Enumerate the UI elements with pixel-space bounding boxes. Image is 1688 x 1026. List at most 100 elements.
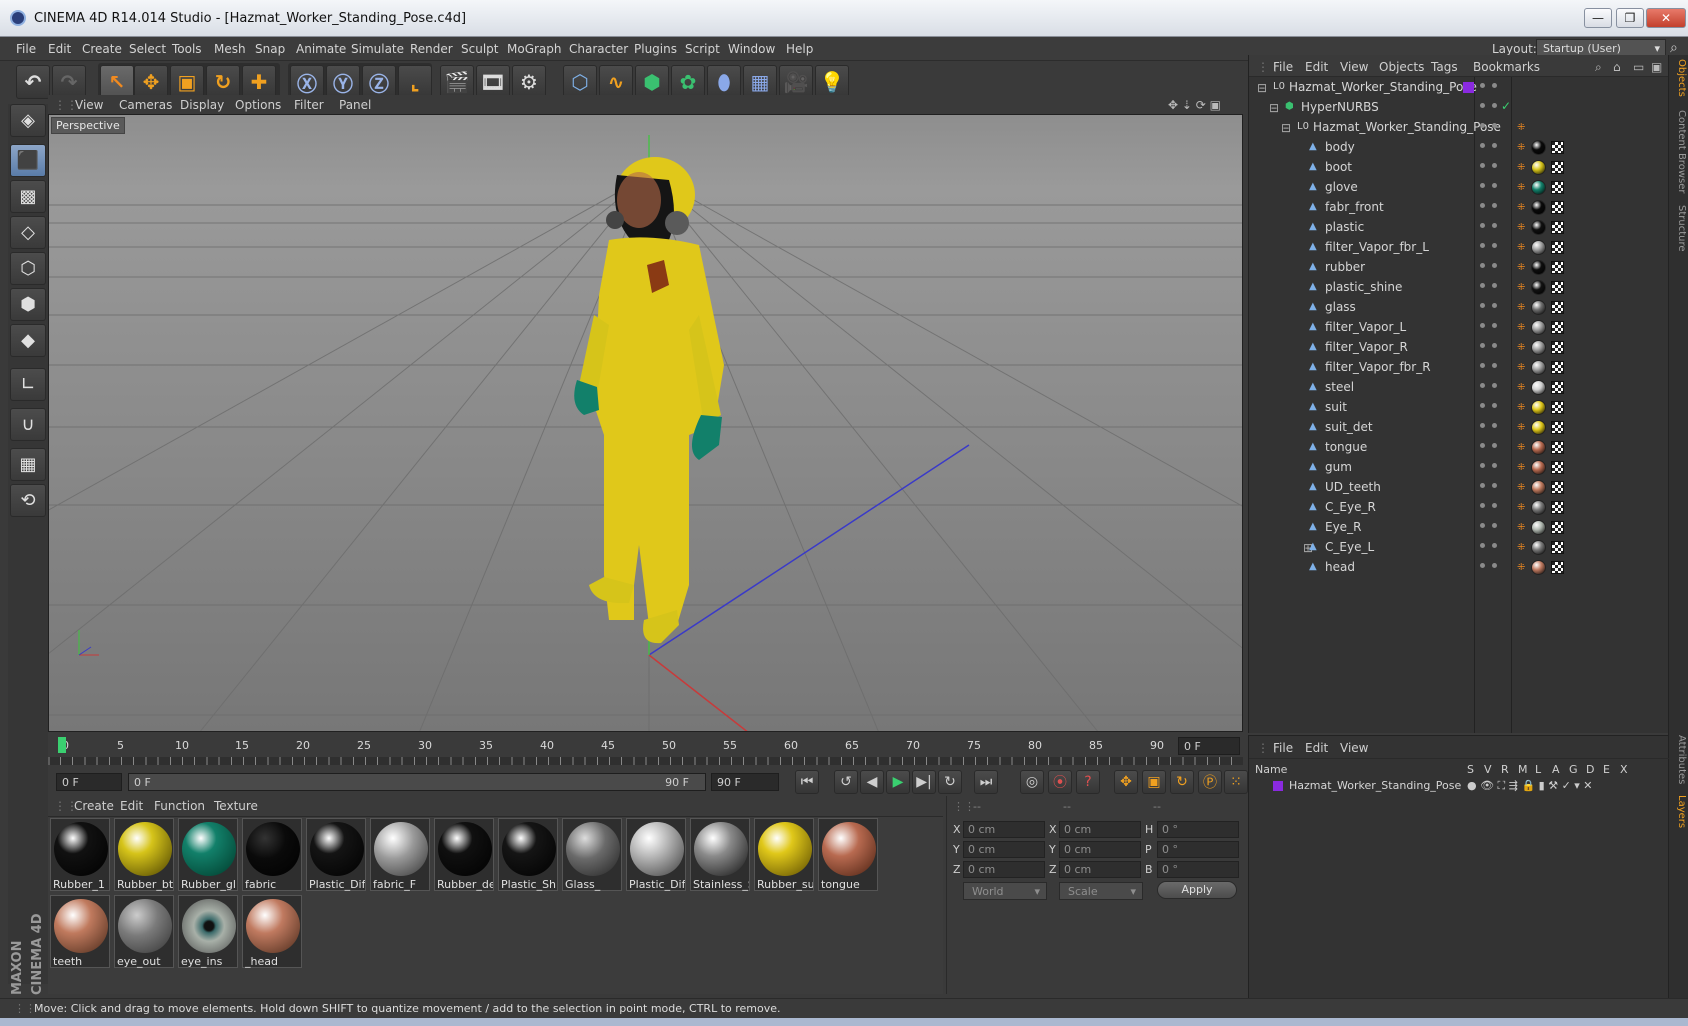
render-visibility-dot[interactable]	[1492, 143, 1497, 148]
material-tag-icon[interactable]	[1531, 440, 1546, 455]
object-row[interactable]: ▲ steel ⁜	[1249, 378, 1669, 398]
render-visibility-dot[interactable]	[1492, 343, 1497, 348]
menu-select[interactable]: Select	[129, 42, 166, 56]
editor-visibility-dot[interactable]	[1480, 563, 1485, 568]
render-visibility-dot[interactable]	[1492, 383, 1497, 388]
key-rotation-icon[interactable]: ↻	[1170, 770, 1194, 794]
render-visibility-dot[interactable]	[1492, 443, 1497, 448]
layer-col-v[interactable]: V	[1484, 763, 1492, 776]
material-menu-function[interactable]: Function	[154, 799, 205, 813]
object-row[interactable]: ▲ fabr_front ⁜	[1249, 198, 1669, 218]
material-swatch[interactable]: eye_ins	[178, 895, 238, 968]
object-row[interactable]: ▲ plastic ⁜	[1249, 218, 1669, 238]
editor-visibility-dot[interactable]	[1480, 403, 1485, 408]
size-mode-select[interactable]: Scale ▾	[1059, 882, 1143, 900]
key-parameter-icon[interactable]: Ⓟ	[1198, 770, 1222, 794]
axis-mode-icon[interactable]: ∟	[10, 368, 46, 401]
material-tag-icon[interactable]	[1531, 340, 1546, 355]
uvw-tag-icon[interactable]	[1551, 321, 1564, 334]
menu-file[interactable]: File	[16, 42, 36, 56]
render-visibility-dot[interactable]	[1492, 403, 1497, 408]
go-to-end-icon[interactable]: ⏭	[974, 770, 998, 794]
spline-icon[interactable]: ∿	[599, 65, 633, 99]
editor-visibility-dot[interactable]	[1480, 203, 1485, 208]
editor-visibility-dot[interactable]	[1480, 383, 1485, 388]
object-row[interactable]: ▲ body ⁜	[1249, 138, 1669, 158]
layer-col-l[interactable]: L	[1535, 763, 1541, 776]
editor-visibility-dot[interactable]	[1480, 283, 1485, 288]
render-visibility-dot[interactable]	[1492, 243, 1497, 248]
viewport-menu-cameras[interactable]: Cameras	[119, 98, 172, 112]
tab-objects[interactable]: Objects	[1671, 59, 1687, 97]
phong-tag-icon[interactable]: ⁜	[1517, 282, 1525, 293]
rotation-h-field[interactable]: 0 °	[1157, 821, 1239, 838]
collapse-toggle-icon[interactable]: ⊟	[1257, 81, 1267, 95]
size-z-field[interactable]: 0 cm	[1059, 861, 1141, 878]
material-tag-icon[interactable]	[1531, 420, 1546, 435]
texture-mode-icon[interactable]: ▩	[10, 180, 46, 213]
phong-tag-icon[interactable]: ⁜	[1517, 402, 1525, 413]
render-visibility-dot[interactable]	[1492, 223, 1497, 228]
material-tag-icon[interactable]	[1531, 140, 1546, 155]
object-row[interactable]: ⊟ L0 Hazmat_Worker_Standing_Pose ⁜	[1249, 118, 1669, 138]
viewport-menu-panel[interactable]: Panel	[339, 98, 371, 112]
phong-tag-icon[interactable]: ⁜	[1517, 382, 1525, 393]
tab-layers[interactable]: Layers	[1671, 795, 1687, 828]
material-tag-icon[interactable]	[1531, 180, 1546, 195]
object-row[interactable]: ▲ glove ⁜	[1249, 178, 1669, 198]
redo-icon[interactable]: ↷	[52, 65, 86, 99]
floor-icon[interactable]: ▦	[743, 65, 777, 99]
render-visibility-dot[interactable]	[1492, 203, 1497, 208]
phong-tag-icon[interactable]: ⁜	[1517, 562, 1525, 573]
scale-icon[interactable]: ▣	[170, 65, 204, 99]
phong-tag-icon[interactable]: ⁜	[1517, 302, 1525, 313]
menu-window[interactable]: Window	[728, 42, 775, 56]
object-row[interactable]: ▲ boot ⁜	[1249, 158, 1669, 178]
menu-render[interactable]: Render	[410, 42, 453, 56]
uvw-tag-icon[interactable]	[1551, 341, 1564, 354]
material-tag-icon[interactable]	[1531, 300, 1546, 315]
phong-tag-icon[interactable]: ⁜	[1517, 482, 1525, 493]
uvw-tag-icon[interactable]	[1551, 181, 1564, 194]
apply-button[interactable]: Apply	[1157, 881, 1237, 899]
next-key-icon[interactable]: ↻	[938, 770, 962, 794]
phong-tag-icon[interactable]: ⁜	[1517, 222, 1525, 233]
magnet-icon[interactable]: ∪	[10, 408, 46, 441]
layer-col-s[interactable]: S	[1467, 763, 1474, 776]
editor-visibility-dot[interactable]	[1480, 243, 1485, 248]
objects-menu-objects[interactable]: Objects	[1379, 60, 1424, 74]
size-y-field[interactable]: 0 cm	[1059, 841, 1141, 858]
search-icon[interactable]: ⌕	[1670, 40, 1678, 56]
viewport-menu-view[interactable]: View	[75, 98, 103, 112]
objects-menu-edit[interactable]: Edit	[1305, 60, 1328, 74]
objects-menu-file[interactable]: File	[1273, 60, 1293, 74]
previous-frame-icon[interactable]: ◀	[860, 770, 884, 794]
phong-tag-icon[interactable]: ⁜	[1517, 542, 1525, 553]
phong-tag-icon[interactable]: ⁜	[1517, 202, 1525, 213]
autokey-icon[interactable]: ⦿	[1048, 770, 1072, 794]
uvw-tag-icon[interactable]	[1551, 141, 1564, 154]
material-swatch[interactable]: Rubber_su	[754, 818, 814, 891]
material-menu-texture[interactable]: Texture	[214, 799, 258, 813]
restore-button[interactable]: ❐	[1616, 8, 1644, 28]
render-visibility-dot[interactable]	[1492, 123, 1497, 128]
lock-grid-icon[interactable]: ⟲	[10, 484, 46, 517]
keyframe-selection-icon[interactable]: ?	[1076, 770, 1100, 794]
material-tag-icon[interactable]	[1531, 200, 1546, 215]
rotate-icon[interactable]: ↻	[206, 65, 240, 99]
phong-tag-icon[interactable]: ⁜	[1517, 502, 1525, 513]
polygons-mode-icon[interactable]: ◆	[10, 324, 46, 357]
editor-visibility-dot[interactable]	[1480, 163, 1485, 168]
editor-visibility-dot[interactable]	[1480, 523, 1485, 528]
uvw-tag-icon[interactable]	[1551, 261, 1564, 274]
snap-grid-icon[interactable]: ▦	[10, 448, 46, 481]
render-visibility-dot[interactable]	[1492, 283, 1497, 288]
menu-animate[interactable]: Animate	[296, 42, 346, 56]
object-row[interactable]: ⊟ ⬢ HyperNURBS ✓	[1249, 98, 1669, 118]
material-swatch[interactable]: Plastic_Shir	[498, 818, 558, 891]
material-swatch[interactable]: Rubber_1	[50, 818, 110, 891]
render-visibility-dot[interactable]	[1492, 423, 1497, 428]
render-visibility-dot[interactable]	[1492, 463, 1497, 468]
material-swatch[interactable]: Plastic_Diff	[306, 818, 366, 891]
object-row[interactable]: ▲ filter_Vapor_fbr_L ⁜	[1249, 238, 1669, 258]
